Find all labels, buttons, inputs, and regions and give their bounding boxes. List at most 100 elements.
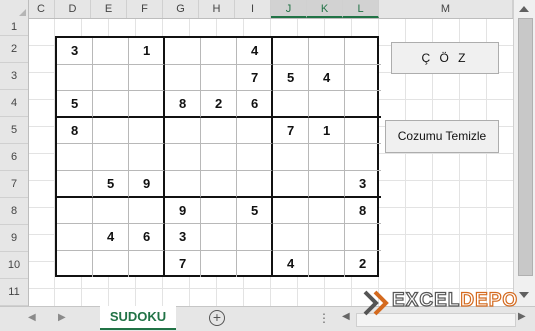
sudoku-cell-r3c8[interactable]	[309, 91, 345, 118]
sudoku-cell-r7c4[interactable]: 9	[165, 197, 201, 225]
sudoku-cell-r4c5[interactable]	[201, 117, 237, 145]
sudoku-cell-r8c4[interactable]: 3	[165, 224, 201, 251]
tab-split-handle-icon[interactable]: ⋮	[318, 311, 330, 325]
row-header-3[interactable]: 3	[0, 63, 28, 90]
column-header-k[interactable]: K	[307, 0, 343, 18]
row-header-4[interactable]: 4	[0, 90, 28, 117]
column-header-l[interactable]: L	[343, 0, 379, 18]
sudoku-cell-r2c3[interactable]	[129, 64, 165, 92]
sudoku-cell-r1c5[interactable]	[201, 38, 237, 65]
row-header-8[interactable]: 8	[0, 198, 28, 225]
sudoku-cell-r2c4[interactable]	[165, 64, 201, 92]
column-header-i[interactable]: I	[235, 0, 271, 18]
sudoku-cell-r2c9[interactable]	[345, 65, 381, 92]
sudoku-cell-r2c5[interactable]	[201, 64, 237, 92]
sudoku-cell-r2c6[interactable]: 7	[237, 64, 273, 92]
sudoku-cell-r4c3[interactable]	[129, 117, 165, 145]
column-header-m[interactable]: M	[379, 0, 513, 18]
sudoku-cell-r1c4[interactable]	[165, 38, 201, 65]
sudoku-cell-r4c6[interactable]	[237, 117, 273, 145]
sudoku-cell-r3c2[interactable]	[93, 91, 129, 118]
sudoku-cell-r3c1[interactable]: 5	[57, 91, 93, 118]
sudoku-cell-r9c7[interactable]: 4	[273, 250, 309, 278]
sudoku-cell-r4c4[interactable]	[165, 117, 201, 145]
scroll-up-arrow-icon[interactable]	[519, 6, 529, 12]
column-header-g[interactable]: G	[163, 0, 199, 18]
sudoku-cell-r4c8[interactable]: 1	[309, 117, 345, 145]
sudoku-cell-r3c9[interactable]	[345, 91, 381, 118]
sudoku-cell-r1c3[interactable]: 1	[129, 38, 165, 65]
sudoku-cell-r5c5[interactable]	[201, 144, 237, 171]
sudoku-cell-r7c9[interactable]: 8	[345, 198, 381, 225]
sudoku-cell-r7c7[interactable]	[273, 197, 309, 225]
sheet-tab-sudoku[interactable]: SUDOKU	[100, 306, 176, 330]
sudoku-cell-r4c2[interactable]	[93, 117, 129, 145]
sudoku-cell-r5c3[interactable]	[129, 144, 165, 171]
sudoku-cell-r1c2[interactable]	[93, 38, 129, 65]
column-header-j[interactable]: J	[271, 0, 307, 18]
sudoku-cell-r7c2[interactable]	[93, 197, 129, 225]
row-header-5[interactable]: 5	[0, 117, 28, 144]
sudoku-cell-r5c2[interactable]	[93, 144, 129, 171]
row-header-11[interactable]: 11	[0, 279, 28, 306]
sudoku-cell-r8c8[interactable]	[309, 224, 345, 251]
sudoku-cell-r3c7[interactable]	[273, 91, 309, 118]
sudoku-cell-r6c1[interactable]	[57, 171, 93, 198]
sudoku-cell-r7c3[interactable]	[129, 197, 165, 225]
sudoku-cell-r4c9[interactable]	[345, 118, 381, 145]
row-header-6[interactable]: 6	[0, 144, 28, 171]
vertical-scroll-thumb[interactable]	[518, 18, 533, 276]
sudoku-cell-r5c8[interactable]	[309, 144, 345, 171]
sudoku-cell-r8c1[interactable]	[57, 224, 93, 251]
tab-nav-right-icon[interactable]: ▶	[58, 312, 66, 323]
sudoku-cell-r9c8[interactable]	[309, 250, 345, 278]
sudoku-cell-r5c1[interactable]	[57, 144, 93, 171]
sudoku-cell-r1c6[interactable]: 4	[237, 38, 273, 65]
sudoku-cell-r1c9[interactable]	[345, 38, 381, 65]
sudoku-cell-r9c9[interactable]: 2	[345, 251, 381, 278]
sudoku-cell-r3c6[interactable]: 6	[237, 91, 273, 118]
sudoku-cell-r3c5[interactable]: 2	[201, 91, 237, 118]
sudoku-cell-r9c2[interactable]	[93, 250, 129, 278]
sudoku-cell-r9c3[interactable]	[129, 250, 165, 278]
sudoku-cell-r3c3[interactable]	[129, 91, 165, 118]
sudoku-cell-r6c9[interactable]: 3	[345, 171, 381, 198]
row-header-7[interactable]: 7	[0, 171, 28, 198]
sudoku-cell-r5c9[interactable]	[345, 144, 381, 171]
solve-button[interactable]: Ç Ö Z	[391, 42, 499, 74]
sudoku-cell-r7c6[interactable]: 5	[237, 197, 273, 225]
sudoku-cell-r4c1[interactable]: 8	[57, 117, 93, 145]
sudoku-cell-r1c8[interactable]	[309, 38, 345, 65]
column-header-h[interactable]: H	[199, 0, 235, 18]
sudoku-cell-r2c7[interactable]: 5	[273, 64, 309, 92]
vertical-scrollbar[interactable]	[513, 0, 535, 306]
sudoku-cell-r8c7[interactable]	[273, 224, 309, 251]
sudoku-cell-r2c2[interactable]	[93, 64, 129, 92]
hscroll-left-icon[interactable]: ◀	[342, 311, 350, 322]
sudoku-cell-r8c5[interactable]	[201, 224, 237, 251]
clear-solution-button[interactable]: Cozumu Temizle	[385, 120, 499, 153]
sudoku-cell-r9c4[interactable]: 7	[165, 250, 201, 278]
sudoku-cell-r7c5[interactable]	[201, 197, 237, 225]
sudoku-cell-r3c4[interactable]: 8	[165, 91, 201, 118]
column-header-d[interactable]: D	[55, 0, 91, 18]
sudoku-cell-r8c9[interactable]	[345, 224, 381, 251]
row-header-1[interactable]: 1	[0, 18, 28, 36]
row-header-9[interactable]: 9	[0, 225, 28, 252]
sudoku-cell-r7c8[interactable]	[309, 197, 345, 225]
sudoku-cell-r9c5[interactable]	[201, 250, 237, 278]
row-header-2[interactable]: 2	[0, 36, 28, 63]
sudoku-cell-r8c6[interactable]	[237, 224, 273, 251]
column-header-c[interactable]: C	[28, 0, 55, 18]
sudoku-cell-r6c8[interactable]	[309, 171, 345, 198]
sudoku-cell-r6c7[interactable]	[273, 171, 309, 198]
sudoku-cell-r1c7[interactable]	[273, 38, 309, 65]
sudoku-cell-r4c7[interactable]: 7	[273, 117, 309, 145]
sudoku-cell-r6c3[interactable]: 9	[129, 171, 165, 198]
tab-nav-left-icon[interactable]: ◀	[28, 312, 36, 323]
sudoku-cell-r7c1[interactable]	[57, 197, 93, 225]
sudoku-cell-r6c6[interactable]	[237, 171, 273, 198]
add-sheet-icon[interactable]: +	[209, 310, 225, 326]
sudoku-cell-r6c4[interactable]	[165, 171, 201, 198]
sudoku-cell-r6c2[interactable]: 5	[93, 171, 129, 198]
